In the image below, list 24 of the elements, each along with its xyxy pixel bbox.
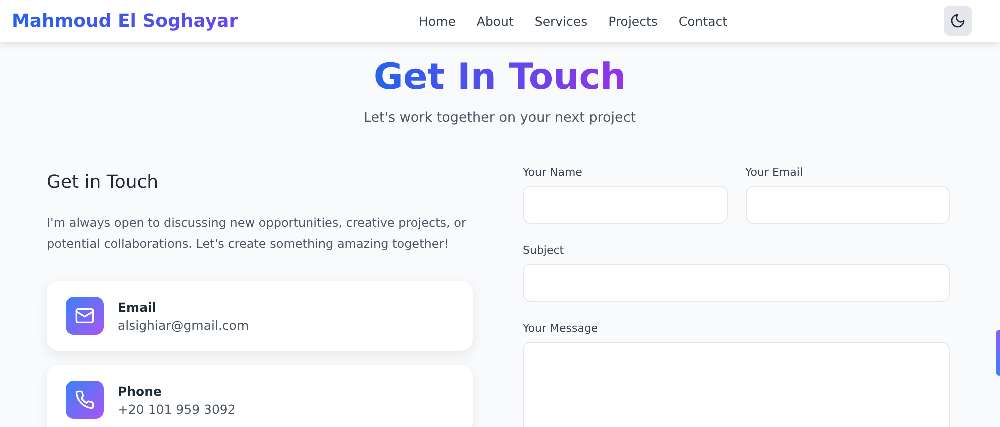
name-input-field[interactable] — [523, 186, 728, 224]
email-input-field[interactable] — [746, 186, 950, 224]
contact-label: Email — [118, 300, 158, 314]
nav-link[interactable]: Contact — [678, 14, 728, 28]
nav-link[interactable]: Services — [534, 14, 588, 28]
section-heading: Get in Touch — [47, 172, 160, 193]
field-label: Your Email — [746, 166, 804, 179]
contact-value: alsighiar@gmail.com — [118, 318, 250, 332]
contact-label: Phone — [118, 384, 164, 398]
nav-link[interactable]: About — [476, 14, 514, 28]
field-label: Your Name — [523, 166, 584, 179]
side-tab[interactable] — [996, 330, 1000, 376]
nav-link[interactable]: Projects — [608, 14, 658, 28]
contact-value: +20 101 959 3092 — [118, 402, 236, 416]
page-subtitle: Let's work together on your next project — [362, 110, 638, 126]
field-label: Your Message — [523, 322, 600, 335]
subject-input-field[interactable] — [523, 264, 950, 302]
nav-link[interactable]: Home — [419, 14, 456, 28]
field-label: Subject — [523, 244, 566, 257]
intro-text: I'm always open to discussing new opportunities, creative projects, or potential collaborations. Let's create something amazing together! — [47, 215, 468, 253]
moon-icon — [950, 13, 966, 29]
phone-icon — [75, 390, 95, 410]
envelope-icon — [75, 306, 95, 326]
theme-toggle-button[interactable] — [944, 6, 972, 36]
